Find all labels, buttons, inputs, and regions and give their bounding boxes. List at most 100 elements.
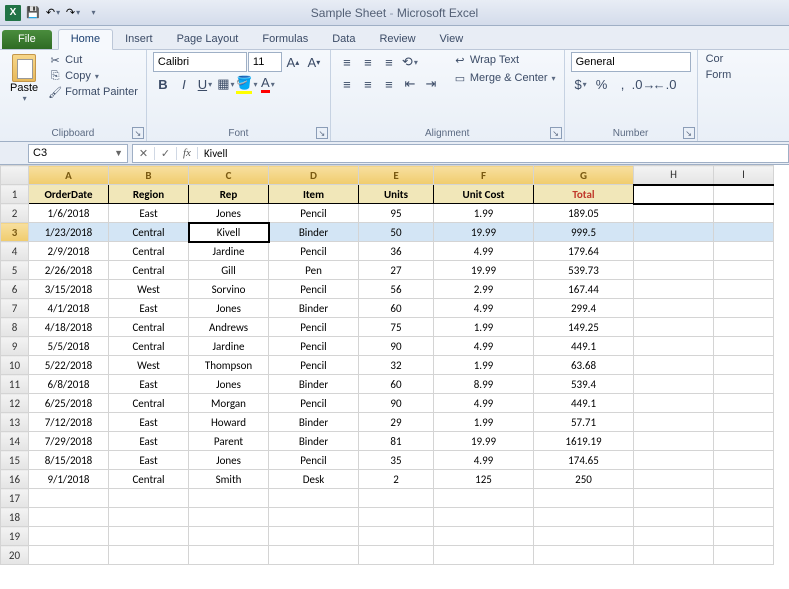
name-box[interactable]: C3 ▼ xyxy=(28,144,128,163)
cell-F3[interactable]: 19.99 xyxy=(434,223,534,242)
cell-D2[interactable]: Pencil xyxy=(269,204,359,223)
cell-B3[interactable]: Central xyxy=(109,223,189,242)
tab-file[interactable]: File xyxy=(2,30,52,49)
cell-A15[interactable]: 8/15/2018 xyxy=(29,451,109,470)
cell-B20[interactable] xyxy=(109,546,189,565)
col-header-F[interactable]: F xyxy=(434,166,534,185)
cell-E20[interactable] xyxy=(359,546,434,565)
cell-E15[interactable]: 35 xyxy=(359,451,434,470)
cell-A13[interactable]: 7/12/2018 xyxy=(29,413,109,432)
cell[interactable] xyxy=(714,185,774,204)
currency-button[interactable]: $▾ xyxy=(571,74,591,94)
col-header-G[interactable]: G xyxy=(534,166,634,185)
cell-G11[interactable]: 539.4 xyxy=(534,375,634,394)
qat-customize-button[interactable]: ▾ xyxy=(84,4,102,22)
cell-D10[interactable]: Pencil xyxy=(269,356,359,375)
header-cell[interactable]: Item xyxy=(269,185,359,204)
cell-E14[interactable]: 81 xyxy=(359,432,434,451)
cell-G18[interactable] xyxy=(534,508,634,527)
underline-button[interactable]: U▾ xyxy=(195,74,215,94)
format-partial[interactable]: Form xyxy=(704,68,734,82)
cell-E17[interactable] xyxy=(359,489,434,508)
cell-D11[interactable]: Binder xyxy=(269,375,359,394)
cond-format-partial[interactable]: Cor xyxy=(704,52,726,66)
increase-decimal-button[interactable]: .0→ xyxy=(634,74,654,94)
cell-G14[interactable]: 1619.19 xyxy=(534,432,634,451)
header-cell[interactable]: Units xyxy=(359,185,434,204)
row-header-3[interactable]: 3 xyxy=(1,223,29,242)
cell[interactable] xyxy=(634,375,714,394)
cell-H17[interactable] xyxy=(634,489,714,508)
cell-E13[interactable]: 29 xyxy=(359,413,434,432)
cell-E7[interactable]: 60 xyxy=(359,299,434,318)
cell-A11[interactable]: 6/8/2018 xyxy=(29,375,109,394)
cell-C14[interactable]: Parent xyxy=(189,432,269,451)
col-header-B[interactable]: B xyxy=(109,166,189,185)
col-header-A[interactable]: A xyxy=(29,166,109,185)
increase-indent-button[interactable]: ⇥ xyxy=(421,74,441,94)
cell-C5[interactable]: Gill xyxy=(189,261,269,280)
cell-E11[interactable]: 60 xyxy=(359,375,434,394)
header-cell[interactable]: Region xyxy=(109,185,189,204)
cell[interactable] xyxy=(634,223,714,242)
number-format-select[interactable] xyxy=(571,52,691,72)
tab-data[interactable]: Data xyxy=(320,30,367,49)
cell-B11[interactable]: East xyxy=(109,375,189,394)
cell-D16[interactable]: Desk xyxy=(269,470,359,489)
cell[interactable] xyxy=(634,337,714,356)
cell-A14[interactable]: 7/29/2018 xyxy=(29,432,109,451)
tab-insert[interactable]: Insert xyxy=(113,30,165,49)
cell-E12[interactable]: 90 xyxy=(359,394,434,413)
align-bottom-button[interactable]: ≡ xyxy=(379,52,399,72)
cell-B10[interactable]: West xyxy=(109,356,189,375)
cell-C20[interactable] xyxy=(189,546,269,565)
cell-H18[interactable] xyxy=(634,508,714,527)
cell-E4[interactable]: 36 xyxy=(359,242,434,261)
tab-formulas[interactable]: Formulas xyxy=(250,30,320,49)
cell-B15[interactable]: East xyxy=(109,451,189,470)
cell-D17[interactable] xyxy=(269,489,359,508)
merge-center-button[interactable]: ▭Merge & Center▾ xyxy=(451,70,558,86)
cell[interactable] xyxy=(714,470,774,489)
header-cell[interactable]: Unit Cost xyxy=(434,185,534,204)
cell-F20[interactable] xyxy=(434,546,534,565)
cell-A19[interactable] xyxy=(29,527,109,546)
cell-G9[interactable]: 449.1 xyxy=(534,337,634,356)
cell-C19[interactable] xyxy=(189,527,269,546)
cell-B9[interactable]: Central xyxy=(109,337,189,356)
grid-table[interactable]: ABCDEFGHI1OrderDateRegionRepItemUnitsUni… xyxy=(0,165,774,565)
row-header-16[interactable]: 16 xyxy=(1,470,29,489)
cell[interactable] xyxy=(634,432,714,451)
cell-B7[interactable]: East xyxy=(109,299,189,318)
cell-G12[interactable]: 449.1 xyxy=(534,394,634,413)
cell-H20[interactable] xyxy=(634,546,714,565)
cell[interactable] xyxy=(714,242,774,261)
cell-G6[interactable]: 167.44 xyxy=(534,280,634,299)
font-name-select[interactable] xyxy=(153,52,247,72)
row-header-10[interactable]: 10 xyxy=(1,356,29,375)
cell[interactable] xyxy=(714,261,774,280)
cut-button[interactable]: ✂Cut xyxy=(46,52,140,68)
number-launcher[interactable]: ↘ xyxy=(683,127,695,139)
row-header-7[interactable]: 7 xyxy=(1,299,29,318)
cell-D14[interactable]: Binder xyxy=(269,432,359,451)
tab-review[interactable]: Review xyxy=(367,30,427,49)
format-painter-button[interactable]: 🖌Format Painter xyxy=(46,84,140,100)
percent-button[interactable]: % xyxy=(592,74,612,94)
cell-B12[interactable]: Central xyxy=(109,394,189,413)
cell-F12[interactable]: 4.99 xyxy=(434,394,534,413)
cell[interactable] xyxy=(634,470,714,489)
font-size-select[interactable] xyxy=(248,52,282,72)
cell-I17[interactable] xyxy=(714,489,774,508)
cell-H19[interactable] xyxy=(634,527,714,546)
tab-home[interactable]: Home xyxy=(58,29,113,50)
cell-B4[interactable]: Central xyxy=(109,242,189,261)
row-header-11[interactable]: 11 xyxy=(1,375,29,394)
cell-F9[interactable]: 4.99 xyxy=(434,337,534,356)
cell-E2[interactable]: 95 xyxy=(359,204,434,223)
cell[interactable] xyxy=(634,451,714,470)
cell-E16[interactable]: 2 xyxy=(359,470,434,489)
cell[interactable] xyxy=(714,337,774,356)
cell[interactable] xyxy=(634,185,714,204)
cell-F11[interactable]: 8.99 xyxy=(434,375,534,394)
